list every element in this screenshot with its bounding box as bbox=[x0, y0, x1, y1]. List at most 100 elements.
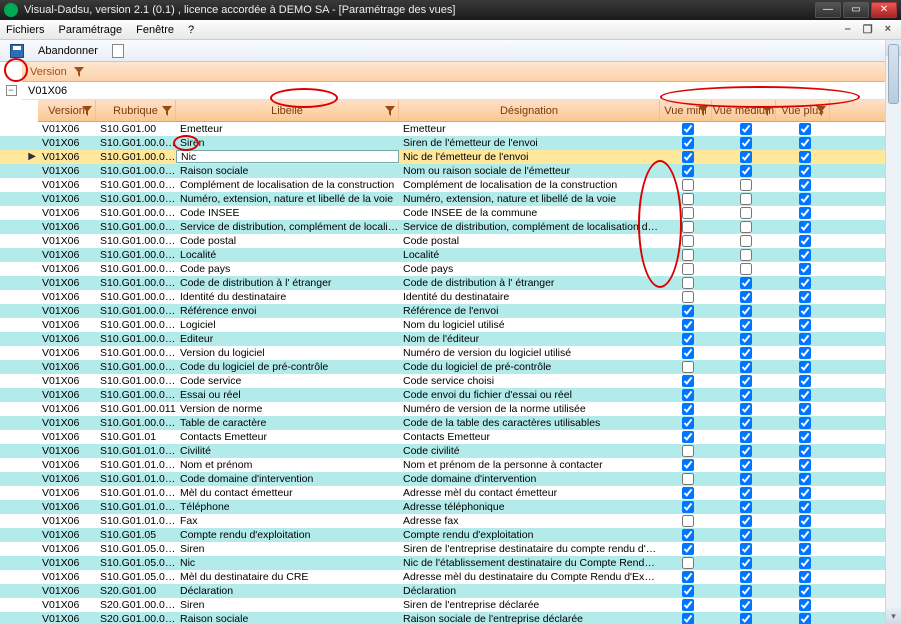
menu-fichiers[interactable]: Fichiers bbox=[6, 24, 45, 36]
cell-vue-mini-checkbox[interactable] bbox=[682, 417, 694, 429]
cell-vue-medium[interactable] bbox=[712, 444, 776, 458]
cell-vue-medium-checkbox[interactable] bbox=[740, 459, 752, 471]
cell-vue-mini[interactable] bbox=[660, 192, 712, 206]
cell-vue-mini[interactable] bbox=[660, 178, 712, 192]
table-row[interactable]: V01X06S10.G01.00EmetteurEmetteur bbox=[0, 122, 901, 136]
funnel-icon[interactable] bbox=[74, 67, 84, 77]
cell-vue-mini[interactable] bbox=[660, 332, 712, 346]
cell-vue-medium-checkbox[interactable] bbox=[740, 333, 752, 345]
cell-vue-mini-checkbox[interactable] bbox=[682, 277, 694, 289]
cell-vue-mini-checkbox[interactable] bbox=[682, 221, 694, 233]
header-libelle[interactable]: Libellé bbox=[176, 100, 399, 121]
cell-vue-mini-checkbox[interactable] bbox=[682, 375, 694, 387]
cell-vue-mini[interactable] bbox=[660, 220, 712, 234]
cell-vue-plus[interactable] bbox=[776, 486, 830, 500]
table-row[interactable]: V01X06S10.G01.00.003.012LocalitéLocalité bbox=[0, 248, 901, 262]
cell-vue-medium-checkbox[interactable] bbox=[740, 249, 752, 261]
header-vue-mini[interactable]: Vue mini bbox=[660, 100, 712, 121]
table-row[interactable]: V01X06S10.G01.00.003.007Code INSEECode I… bbox=[0, 206, 901, 220]
cell-vue-medium-checkbox[interactable] bbox=[740, 571, 752, 583]
cell-vue-medium-checkbox[interactable] bbox=[740, 179, 752, 191]
cell-vue-mini[interactable] bbox=[660, 318, 712, 332]
cell-vue-plus[interactable] bbox=[776, 122, 830, 136]
cell-vue-medium-checkbox[interactable] bbox=[740, 235, 752, 247]
table-row[interactable]: V01X06S10.G01.00.009Code serviceCode ser… bbox=[0, 374, 901, 388]
cell-vue-medium-checkbox[interactable] bbox=[740, 417, 752, 429]
cell-vue-mini[interactable] bbox=[660, 486, 712, 500]
cell-vue-mini[interactable] bbox=[660, 388, 712, 402]
mdi-close-button[interactable]: × bbox=[881, 23, 895, 36]
cell-vue-plus[interactable] bbox=[776, 612, 830, 624]
abandonner-button[interactable]: Abandonner bbox=[34, 44, 102, 58]
cell-vue-mini-checkbox[interactable] bbox=[682, 389, 694, 401]
cell-vue-mini-checkbox[interactable] bbox=[682, 249, 694, 261]
table-row[interactable]: V01X06S10.G01.01.006TéléphoneAdresse tél… bbox=[0, 500, 901, 514]
table-row[interactable]: V01X06S10.G01.00.001.001SirenSiren de l'… bbox=[0, 136, 901, 150]
cell-vue-medium[interactable] bbox=[712, 136, 776, 150]
funnel-icon[interactable] bbox=[816, 106, 826, 116]
cell-libelle[interactable]: Nic bbox=[176, 150, 399, 163]
cell-vue-medium-checkbox[interactable] bbox=[740, 291, 752, 303]
cell-vue-medium[interactable] bbox=[712, 514, 776, 528]
cell-vue-mini-checkbox[interactable] bbox=[682, 291, 694, 303]
cell-vue-plus-checkbox[interactable] bbox=[799, 319, 811, 331]
header-version[interactable]: Version bbox=[38, 100, 96, 121]
maximize-button[interactable]: ▭ bbox=[843, 2, 869, 18]
cell-vue-plus-checkbox[interactable] bbox=[799, 207, 811, 219]
cell-vue-medium[interactable] bbox=[712, 234, 776, 248]
table-row[interactable]: V01X06S10.G01.00.003.006Numéro, extensio… bbox=[0, 192, 901, 206]
cell-vue-plus-checkbox[interactable] bbox=[799, 613, 811, 624]
table-row[interactable]: V01X06S10.G01.05.013.002NicNic de l'étab… bbox=[0, 556, 901, 570]
table-row[interactable]: V01X06S10.G01.05Compte rendu d'exploitat… bbox=[0, 528, 901, 542]
cell-vue-plus[interactable] bbox=[776, 318, 830, 332]
cell-vue-mini-checkbox[interactable] bbox=[682, 445, 694, 457]
cell-vue-medium-checkbox[interactable] bbox=[740, 277, 752, 289]
table-row[interactable]: V01X06S10.G01.01.001.001CivilitéCode civ… bbox=[0, 444, 901, 458]
cell-vue-plus-checkbox[interactable] bbox=[799, 501, 811, 513]
cell-vue-mini-checkbox[interactable] bbox=[682, 571, 694, 583]
menu-aide[interactable]: ? bbox=[188, 24, 194, 36]
cell-vue-plus-checkbox[interactable] bbox=[799, 459, 811, 471]
cell-vue-plus[interactable] bbox=[776, 178, 830, 192]
cell-vue-plus[interactable] bbox=[776, 556, 830, 570]
cell-vue-plus-checkbox[interactable] bbox=[799, 347, 811, 359]
cell-vue-medium-checkbox[interactable] bbox=[740, 221, 752, 233]
cell-vue-plus[interactable] bbox=[776, 192, 830, 206]
cell-vue-mini-checkbox[interactable] bbox=[682, 543, 694, 555]
cell-vue-mini[interactable] bbox=[660, 304, 712, 318]
cell-vue-plus-checkbox[interactable] bbox=[799, 543, 811, 555]
cell-vue-medium[interactable] bbox=[712, 528, 776, 542]
cell-vue-medium[interactable] bbox=[712, 262, 776, 276]
cell-vue-plus[interactable] bbox=[776, 332, 830, 346]
cell-vue-plus-checkbox[interactable] bbox=[799, 179, 811, 191]
cell-vue-plus[interactable] bbox=[776, 388, 830, 402]
cell-vue-mini[interactable] bbox=[660, 346, 712, 360]
cell-vue-mini-checkbox[interactable] bbox=[682, 403, 694, 415]
cell-vue-medium-checkbox[interactable] bbox=[740, 207, 752, 219]
document-button[interactable] bbox=[108, 43, 128, 59]
cell-vue-medium[interactable] bbox=[712, 122, 776, 136]
cell-vue-mini-checkbox[interactable] bbox=[682, 613, 694, 624]
scrollbar-thumb[interactable] bbox=[888, 44, 899, 104]
cell-vue-plus[interactable] bbox=[776, 164, 830, 178]
table-row[interactable]: V01X06S10.G01.00.006EditeurNom de l'édit… bbox=[0, 332, 901, 346]
cell-vue-mini-checkbox[interactable] bbox=[682, 473, 694, 485]
mdi-restore-button[interactable]: ❐ bbox=[859, 23, 877, 36]
cell-vue-medium-checkbox[interactable] bbox=[740, 375, 752, 387]
cell-vue-mini-checkbox[interactable] bbox=[682, 151, 694, 163]
table-row[interactable]: V01X06S10.G01.01.001.002Nom et prénomNom… bbox=[0, 458, 901, 472]
cell-vue-plus[interactable] bbox=[776, 514, 830, 528]
cell-vue-mini[interactable] bbox=[660, 206, 712, 220]
table-row[interactable]: V01X06S10.G01.05.015.001Mèl du destinata… bbox=[0, 570, 901, 584]
cell-vue-medium-checkbox[interactable] bbox=[740, 473, 752, 485]
header-designation[interactable]: Désignation bbox=[399, 100, 660, 121]
cell-vue-plus-checkbox[interactable] bbox=[799, 249, 811, 261]
cell-vue-medium-checkbox[interactable] bbox=[740, 151, 752, 163]
cell-vue-mini[interactable] bbox=[660, 528, 712, 542]
cell-vue-medium[interactable] bbox=[712, 318, 776, 332]
scroll-down-button[interactable]: ▾ bbox=[886, 608, 901, 624]
cell-vue-mini[interactable] bbox=[660, 416, 712, 430]
cell-vue-medium-checkbox[interactable] bbox=[740, 529, 752, 541]
cell-vue-mini-checkbox[interactable] bbox=[682, 235, 694, 247]
cell-vue-mini[interactable] bbox=[660, 430, 712, 444]
